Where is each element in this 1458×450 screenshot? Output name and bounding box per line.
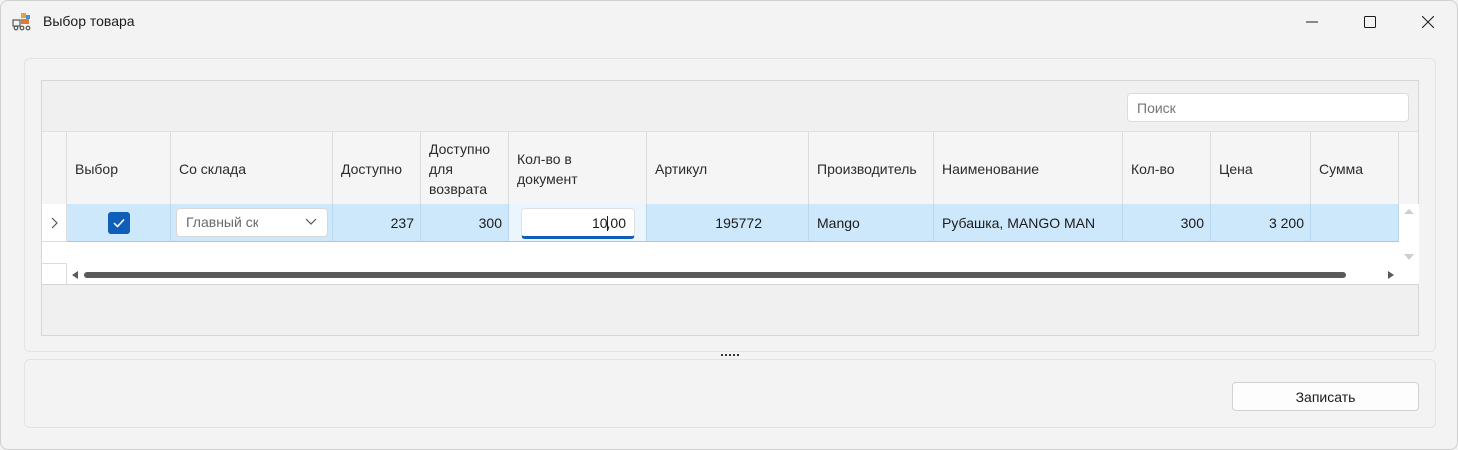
window-title: Выбор товара bbox=[43, 13, 135, 29]
search-input[interactable] bbox=[1127, 93, 1409, 122]
cell-warehouse: Главный склад bbox=[171, 204, 333, 242]
cell-qty: 300 bbox=[1123, 204, 1211, 242]
table-row[interactable]: Главный склад 237 300 10,00 195772 Mango… bbox=[42, 204, 1418, 242]
cell-price: 3 200 bbox=[1211, 204, 1311, 242]
scroll-arrows-icon bbox=[1404, 209, 1414, 260]
column-header-select[interactable]: Выбор bbox=[67, 132, 171, 205]
dialog-window: Выбор товара Выбор Со склада Доступно До… bbox=[0, 0, 1458, 450]
warehouse-dropdown[interactable]: Главный склад bbox=[176, 208, 328, 237]
cell-sum bbox=[1311, 204, 1399, 242]
column-header-name[interactable]: Наименование bbox=[934, 132, 1123, 205]
column-header-qty[interactable]: Кол-во bbox=[1123, 132, 1211, 205]
cell-select bbox=[67, 204, 171, 242]
column-header-price[interactable]: Цена bbox=[1211, 132, 1311, 205]
app-warehouse-icon bbox=[12, 13, 31, 31]
title-bar: Выбор товара bbox=[1, 1, 1457, 43]
column-header-article[interactable]: Артикул bbox=[647, 132, 809, 205]
grid-divider bbox=[42, 284, 1418, 285]
close-button[interactable] bbox=[1399, 1, 1457, 43]
vertical-scrollbar[interactable] bbox=[1399, 204, 1419, 284]
cell-manufacturer: Mango bbox=[809, 204, 934, 242]
minimize-button[interactable] bbox=[1283, 1, 1341, 43]
maximize-icon bbox=[1364, 16, 1376, 28]
cell-available-return: 300 bbox=[421, 204, 509, 242]
column-header-warehouse[interactable]: Со склада bbox=[171, 132, 333, 205]
checkmark-icon bbox=[112, 218, 125, 228]
grid-header: Выбор Со склада Доступно Доступно для во… bbox=[42, 131, 1418, 205]
chevron-right-icon bbox=[51, 217, 58, 228]
text-caret bbox=[606, 216, 608, 231]
chevron-down-icon bbox=[305, 218, 317, 225]
scroll-right-icon[interactable] bbox=[1386, 270, 1396, 280]
column-header-qty-doc[interactable]: Кол-во в документ bbox=[509, 132, 647, 205]
row-header-corner bbox=[42, 132, 67, 205]
cell-available: 237 bbox=[333, 204, 421, 242]
column-header-available-return[interactable]: Доступно для возврата bbox=[421, 132, 509, 205]
cell-name: Рубашка, MANGO MAN bbox=[934, 204, 1123, 242]
cell-article: 195772 bbox=[647, 204, 809, 242]
splitter-grip-icon[interactable] bbox=[721, 353, 739, 357]
products-grid: Выбор Со склада Доступно Доступно для во… bbox=[41, 80, 1419, 336]
column-header-manufacturer[interactable]: Производитель bbox=[809, 132, 934, 205]
column-header-available[interactable]: Доступно bbox=[333, 132, 421, 205]
horizontal-scroll-area bbox=[42, 242, 1399, 284]
actions-panel bbox=[24, 359, 1436, 428]
qty-doc-input[interactable]: 10,00 bbox=[521, 208, 635, 239]
qty-doc-value: 10,00 bbox=[591, 215, 626, 231]
minimize-icon bbox=[1306, 21, 1318, 23]
save-button[interactable]: Записать bbox=[1232, 382, 1419, 411]
select-checkbox[interactable] bbox=[107, 211, 130, 234]
row-indicator[interactable] bbox=[42, 204, 67, 242]
close-icon bbox=[1422, 16, 1434, 28]
maximize-button[interactable] bbox=[1341, 1, 1399, 43]
scroll-left-icon[interactable] bbox=[70, 270, 80, 280]
row-header-corner-bottom bbox=[42, 263, 67, 284]
column-header-sum[interactable]: Сумма bbox=[1311, 132, 1399, 205]
warehouse-value: Главный склад bbox=[186, 214, 258, 230]
horizontal-scrollbar-thumb[interactable] bbox=[84, 272, 1346, 278]
cell-qty-doc: 10,00 bbox=[509, 204, 647, 242]
